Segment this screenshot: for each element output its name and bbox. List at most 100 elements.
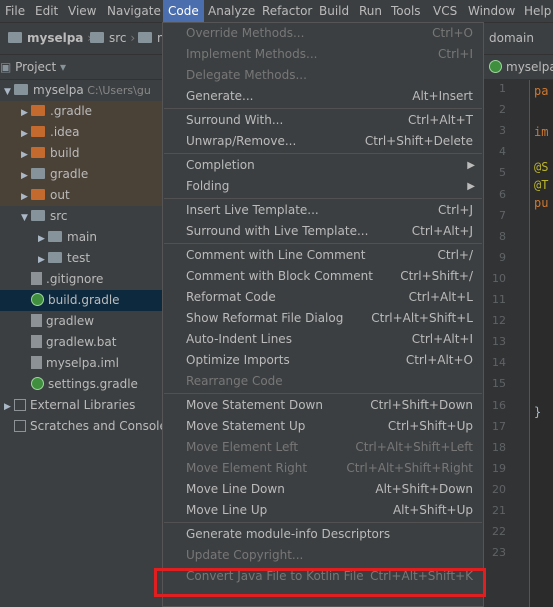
submenu-arrow-icon: ▶: [467, 160, 475, 171]
menu-vcs[interactable]: VCS: [428, 0, 462, 22]
menu-item-insert-live-template[interactable]: Insert Live Template... Ctrl+J: [163, 200, 483, 221]
menu-item-auto-indent-lines[interactable]: Auto-Indent Lines Ctrl+Alt+I: [163, 329, 483, 350]
menu-item-move-line-down[interactable]: Move Line Down Alt+Shift+Down: [163, 479, 483, 500]
folder-icon: [31, 126, 45, 137]
menu-item-optimize-imports[interactable]: Optimize Imports Ctrl+Alt+O: [163, 350, 483, 371]
tree-item-scratches-and-consoles[interactable]: Scratches and Consoles: [0, 416, 162, 437]
menu-item-surround-with[interactable]: Surround With... Ctrl+Alt+T: [163, 110, 483, 131]
tree-item-test[interactable]: ▶ test: [0, 248, 162, 269]
menu-view[interactable]: View: [63, 0, 101, 22]
menu-item-label: Implement Methods...: [186, 47, 318, 61]
menu-navigate[interactable]: Navigate: [102, 0, 166, 22]
menu-run[interactable]: Run: [354, 0, 387, 22]
code-fragment: }: [534, 405, 542, 419]
tree-item-label: src: [50, 209, 68, 223]
line-number: 23: [492, 546, 506, 560]
menu-file[interactable]: File: [0, 0, 30, 22]
menu-window[interactable]: Window: [463, 0, 520, 22]
menu-item-comment-with-line-comment[interactable]: Comment with Line Comment Ctrl+/: [163, 245, 483, 266]
menu-item-label: Comment with Block Comment: [186, 269, 373, 283]
folder-icon: [31, 189, 45, 200]
tree-item-build-gradle[interactable]: build.gradle: [0, 290, 162, 311]
menu-refactor[interactable]: Refactor: [257, 0, 317, 22]
menu-item-shortcut: Ctrl+Shift+Up: [387, 419, 473, 433]
menu-item-folding[interactable]: Folding ▶: [163, 176, 483, 197]
menu-tools[interactable]: Tools: [386, 0, 426, 22]
menu-item-shortcut: Ctrl+/: [437, 248, 473, 262]
tree-item-settings-gradle[interactable]: settings.gradle: [0, 374, 162, 395]
menu-item-shortcut: Ctrl+Alt+L: [408, 290, 473, 304]
menu-item-reformat-code[interactable]: Reformat Code Ctrl+Alt+L: [163, 287, 483, 308]
menu-separator: [164, 522, 482, 523]
menu-analyze[interactable]: Analyze: [203, 0, 260, 22]
tree-item-main[interactable]: ▶ main: [0, 227, 162, 248]
tree-item-build[interactable]: ▶ build: [0, 143, 162, 164]
menu-item-generate[interactable]: Generate... Alt+Insert: [163, 86, 483, 107]
tree-item-external-libraries[interactable]: ▶ External Libraries: [0, 395, 162, 416]
collapse-arrow-icon[interactable]: ▶: [21, 103, 31, 122]
expand-arrow-icon[interactable]: ▼: [21, 208, 31, 227]
line-number: 13: [492, 335, 506, 349]
editor-gutter: 1 2 3 4 5 6 7 8 9 10 11 12 13 14 15 16 17 18 19 20 21 22 23: [484, 80, 530, 607]
menu-item-label: Completion: [186, 158, 255, 172]
tree-item-myselpa-iml[interactable]: myselpa.iml: [0, 353, 162, 374]
menu-item-label: Move Statement Up: [186, 419, 306, 433]
tree-item-gitignore[interactable]: .gitignore: [0, 269, 162, 290]
menu-item-generate-module-info-descriptors[interactable]: Generate module-info Descriptors: [163, 524, 483, 545]
tree-item-label: main: [67, 230, 97, 244]
collapse-arrow-icon[interactable]: ▶: [21, 166, 31, 185]
breadcrumb-src[interactable]: src ›: [90, 23, 135, 54]
tree-item-label: External Libraries: [30, 398, 136, 412]
menu-item-surround-with-live-template[interactable]: Surround with Live Template... Ctrl+Alt+J: [163, 221, 483, 242]
menu-item-override-methods: Override Methods... Ctrl+O: [163, 23, 483, 44]
menu-code[interactable]: Code: [163, 0, 204, 22]
menu-item-shortcut: Ctrl+J: [438, 203, 473, 217]
menu-item-label: Folding: [186, 179, 230, 193]
menu-build[interactable]: Build: [314, 0, 354, 22]
menu-item-shortcut: Ctrl+Alt+Shift+Left: [355, 440, 473, 454]
tree-item-src[interactable]: ▼ src: [0, 206, 162, 227]
line-number: 3: [499, 124, 506, 138]
editor-code-area[interactable]: pa im @S @T pu}: [530, 80, 553, 607]
menu-item-label: Rearrange Code: [186, 374, 283, 388]
project-panel-header[interactable]: ▣ Project ▾: [0, 55, 162, 80]
collapse-arrow-icon[interactable]: ▶: [21, 187, 31, 206]
line-number: 4: [499, 145, 506, 159]
menu-item-label: Auto-Indent Lines: [186, 332, 292, 346]
editor-tab-label[interactable]: myselpa: [506, 60, 553, 74]
menu-edit[interactable]: Edit: [30, 0, 63, 22]
menu-item-shortcut: Alt+Shift+Up: [392, 503, 473, 517]
tree-item-out[interactable]: ▶ out: [0, 185, 162, 206]
collapse-arrow-icon[interactable]: ▶: [21, 124, 31, 143]
menu-item-delegate-methods: Delegate Methods...: [163, 65, 483, 86]
breadcrumb-domain[interactable]: domain: [489, 23, 534, 54]
menu-item-label: Optimize Imports: [186, 353, 290, 367]
code-fragment: pa: [534, 84, 549, 98]
menu-item-move-statement-down[interactable]: Move Statement Down Ctrl+Shift+Down: [163, 395, 483, 416]
menu-item-label: Move Line Down: [186, 482, 285, 496]
tree-item-gradlew-bat[interactable]: gradlew.bat: [0, 332, 162, 353]
expand-arrow-icon[interactable]: ▼: [4, 82, 14, 101]
menu-item-rearrange-code: Rearrange Code: [163, 371, 483, 392]
file-icon: [31, 356, 42, 369]
collapse-arrow-icon[interactable]: ▶: [4, 397, 14, 416]
menu-item-move-line-up[interactable]: Move Line Up Alt+Shift+Up: [163, 500, 483, 521]
tree-item-myselpa[interactable]: ▼ myselpa C:\Users\gu: [0, 80, 162, 101]
collapse-arrow-icon[interactable]: ▶: [21, 145, 31, 164]
menu-item-move-statement-up[interactable]: Move Statement Up Ctrl+Shift+Up: [163, 416, 483, 437]
collapse-arrow-icon[interactable]: ▶: [38, 250, 48, 269]
menu-item-show-reformat-file-dialog[interactable]: Show Reformat File Dialog Ctrl+Alt+Shift+…: [163, 308, 483, 329]
breadcrumb-project[interactable]: myselpa ›: [8, 23, 92, 54]
menu-item-implement-methods: Implement Methods... Ctrl+I: [163, 44, 483, 65]
tree-item-gradle[interactable]: ▶ .gradle: [0, 101, 162, 122]
folder-icon: [8, 32, 22, 43]
menu-item-completion[interactable]: Completion ▶: [163, 155, 483, 176]
tree-item-gradle[interactable]: ▶ gradle: [0, 164, 162, 185]
tree-item-gradlew[interactable]: gradlew: [0, 311, 162, 332]
collapse-arrow-icon[interactable]: ▶: [38, 229, 48, 248]
menu-item-unwrap-remove[interactable]: Unwrap/Remove... Ctrl+Shift+Delete: [163, 131, 483, 152]
tree-item-idea[interactable]: ▶ .idea: [0, 122, 162, 143]
menu-item-shortcut: Ctrl+O: [432, 26, 473, 40]
menu-item-comment-with-block-comment[interactable]: Comment with Block Comment Ctrl+Shift+/: [163, 266, 483, 287]
menu-help[interactable]: Help: [519, 0, 553, 22]
